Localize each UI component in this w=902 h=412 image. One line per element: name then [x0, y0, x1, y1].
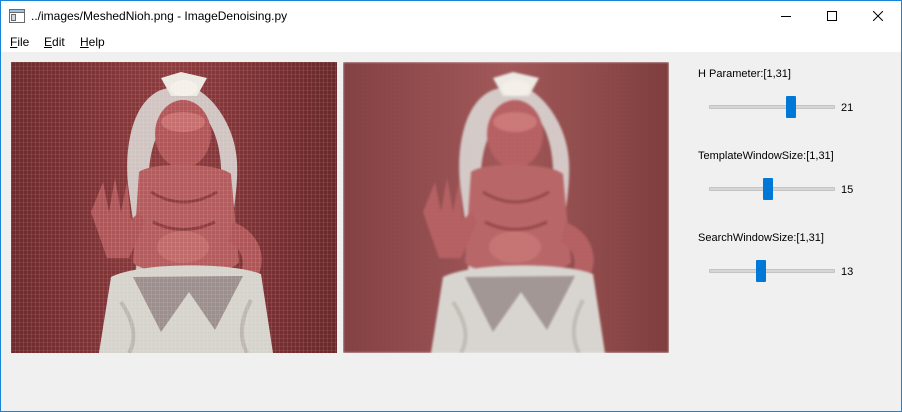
menu-help-mnemonic: H [80, 35, 89, 49]
window-title: ../images/MeshedNioh.png - ImageDenoisin… [31, 9, 288, 23]
slider-track [709, 269, 835, 273]
slider-thumb[interactable] [786, 96, 796, 118]
menu-bar: File Edit Help [1, 31, 901, 52]
template-window-size-label: TemplateWindowSize:[1,31] [698, 150, 834, 162]
original-image [11, 62, 337, 353]
menu-edit-label: dit [52, 35, 65, 49]
slider-thumb[interactable] [755, 260, 766, 282]
template-window-size-value: 15 [841, 184, 854, 196]
denoised-image [343, 62, 669, 353]
h-parameter-slider[interactable] [707, 96, 837, 118]
h-parameter-value: 21 [841, 102, 854, 114]
menu-file-label: ile [17, 35, 30, 49]
menu-edit-mnemonic: E [44, 35, 53, 49]
app-window: ../images/MeshedNioh.png - ImageDenoisin… [0, 0, 902, 412]
minimize-icon [781, 16, 791, 17]
search-window-size-label: SearchWindowSize:[1,31] [698, 232, 824, 244]
menu-help-label: elp [88, 35, 105, 49]
maximize-button[interactable] [809, 1, 855, 31]
template-window-size-slider[interactable] [707, 178, 837, 200]
search-window-size-slider[interactable] [707, 260, 837, 282]
menu-help[interactable]: Help [80, 35, 105, 49]
h-parameter-label: H Parameter:[1,31] [698, 68, 791, 80]
title-bar[interactable]: ../images/MeshedNioh.png - ImageDenoisin… [1, 1, 901, 31]
denoise-haze [343, 62, 669, 353]
menu-file[interactable]: File [10, 35, 29, 49]
minimize-button[interactable] [763, 1, 809, 31]
close-icon [873, 11, 883, 21]
menu-edit[interactable]: Edit [44, 35, 65, 49]
search-window-size-value: 13 [841, 266, 854, 278]
slider-track [709, 105, 835, 109]
slider-thumb[interactable] [763, 178, 774, 200]
maximize-icon [827, 11, 837, 21]
close-button[interactable] [855, 1, 901, 31]
window-icon [9, 9, 25, 23]
